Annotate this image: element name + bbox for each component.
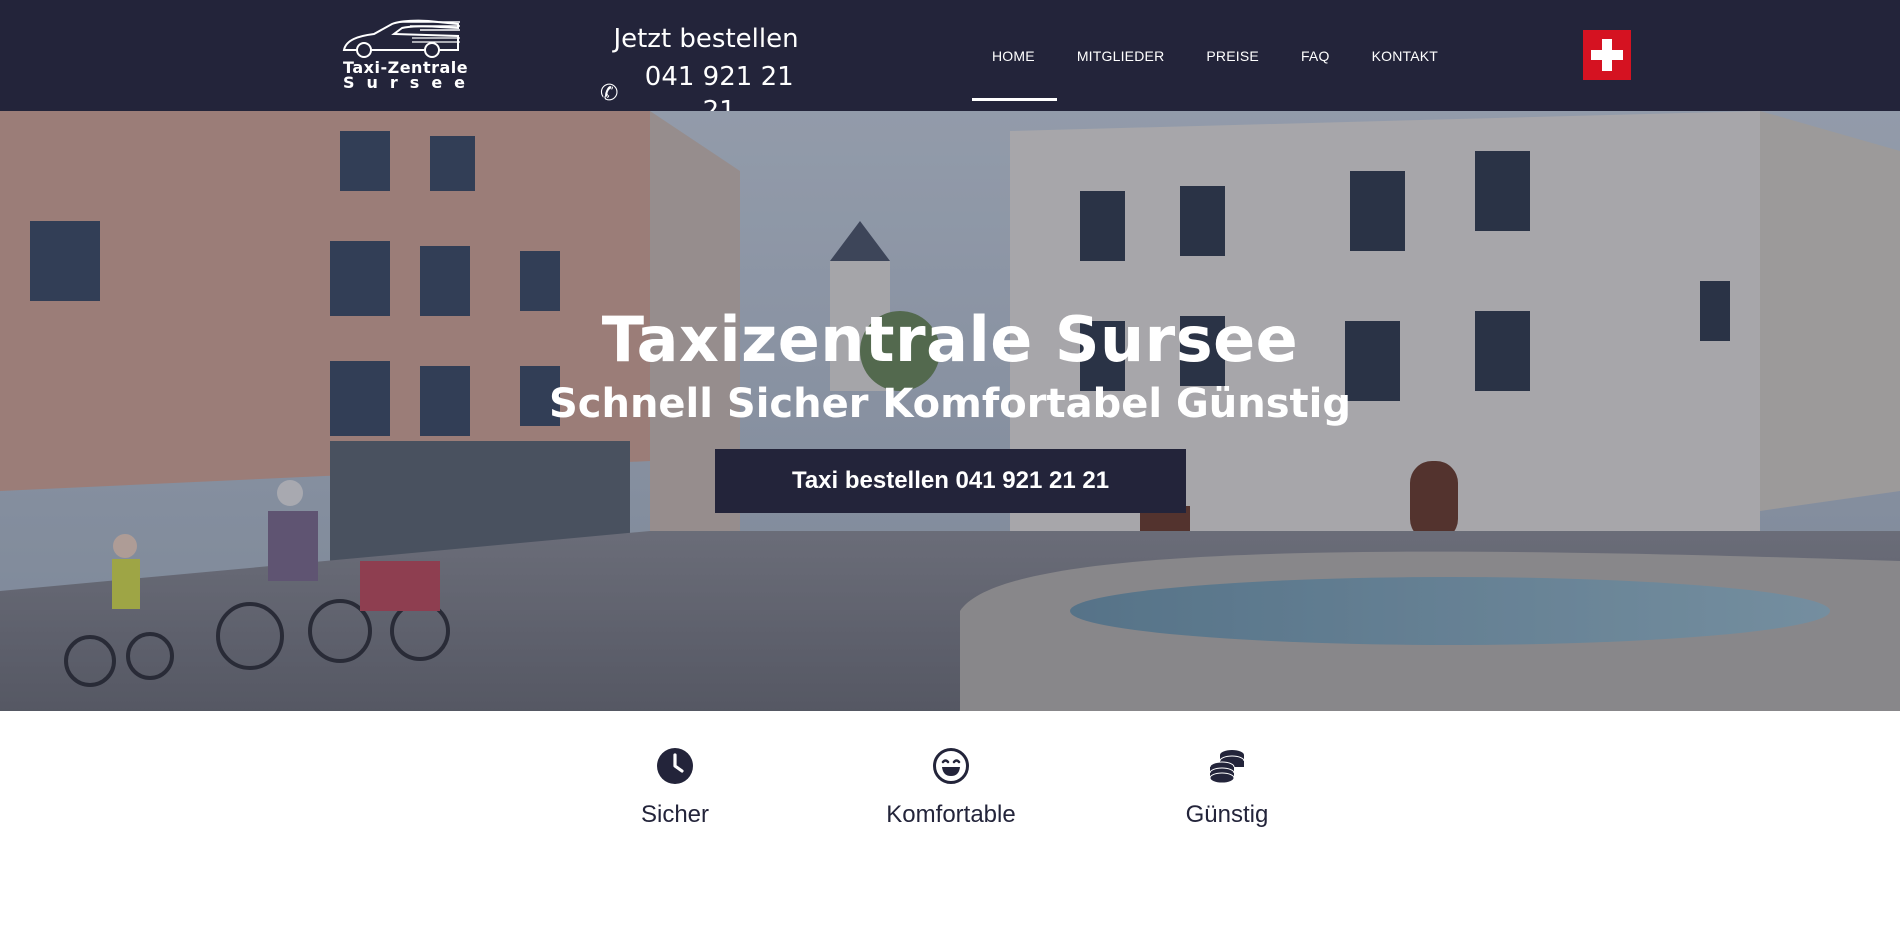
hero-section: Taxizentrale Sursee Schnell Sicher Komfo… bbox=[0, 111, 1900, 711]
logo[interactable]: Taxi-Zentrale Sursee bbox=[340, 16, 468, 92]
hero-subtitle: Schnell Sicher Komfortabel Günstig bbox=[548, 381, 1352, 427]
main-nav: HOME MITGLIEDER PREISE FAQ KONTAKT bbox=[972, 0, 1460, 111]
order-taxi-button[interactable]: Taxi bestellen 041 921 21 21 bbox=[715, 449, 1186, 513]
feature-guenstig: Günstig bbox=[1127, 747, 1327, 829]
nav-item-mitglieder[interactable]: MITGLIEDER bbox=[1057, 0, 1187, 111]
order-title: Jetzt bestellen bbox=[613, 24, 799, 54]
phone-icon: ✆ bbox=[600, 81, 619, 106]
clock-icon bbox=[657, 748, 693, 784]
feature-label: Komfortable bbox=[886, 801, 1016, 828]
feature-label: Sicher bbox=[640, 801, 710, 828]
nav-item-kontakt[interactable]: KONTAKT bbox=[1352, 0, 1460, 111]
feature-label: Günstig bbox=[1185, 801, 1269, 828]
swiss-flag-icon[interactable] bbox=[1583, 30, 1631, 80]
logo-text-line2: Sursee bbox=[343, 73, 478, 92]
smiley-icon bbox=[933, 748, 969, 784]
hero-title: Taxizentrale Sursee bbox=[601, 303, 1299, 376]
nav-item-preise[interactable]: PREISE bbox=[1186, 0, 1281, 111]
nav-item-home[interactable]: HOME bbox=[972, 0, 1057, 111]
site-header: Taxi-Zentrale Sursee Jetzt bestellen ✆ 0… bbox=[0, 0, 1900, 126]
features-section: Sicher Komfortable Günstig bbox=[0, 711, 1900, 949]
feature-sicher: Sicher bbox=[575, 747, 775, 829]
taxi-car-logo-icon bbox=[342, 19, 460, 58]
nav-item-faq[interactable]: FAQ bbox=[1281, 0, 1352, 111]
coins-icon bbox=[1209, 750, 1245, 784]
feature-komfortable: Komfortable bbox=[851, 747, 1051, 829]
